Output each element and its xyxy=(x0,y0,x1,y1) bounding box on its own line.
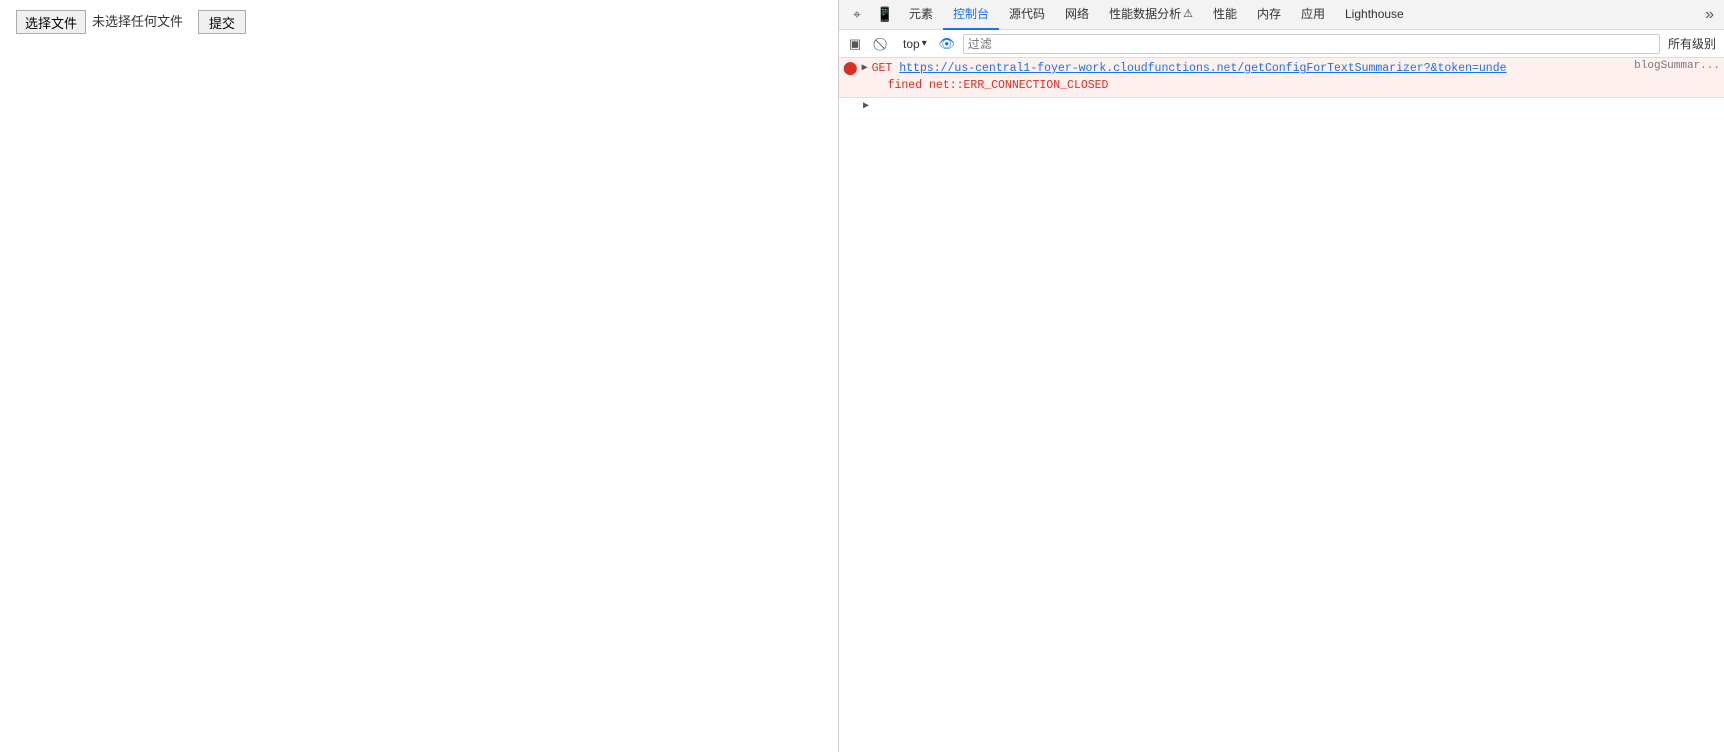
more-tabs-button[interactable]: » xyxy=(1699,6,1720,24)
expand-error-icon[interactable]: ▶ xyxy=(862,62,868,74)
http-method: GET xyxy=(872,62,900,75)
error-circle-icon: ⬤ xyxy=(843,61,858,76)
tab-sources[interactable]: 源代码 xyxy=(999,0,1055,30)
show-sidebar-icon[interactable]: ▣ xyxy=(843,32,867,56)
error-source[interactable]: blogSummar... xyxy=(1634,60,1720,72)
expand-arrow-icon[interactable]: ▶ xyxy=(863,100,869,112)
tab-lighthouse[interactable]: Lighthouse xyxy=(1335,0,1414,30)
devtools-tab-bar: ⌖ 📱 元素 控制台 源代码 网络 性能数据分析 ⚠ 性能 内存 应用 xyxy=(839,0,1724,30)
tab-performance-data[interactable]: 性能数据分析 ⚠ xyxy=(1099,0,1203,30)
error-expand-row[interactable]: ▶ xyxy=(839,98,1724,114)
tab-application[interactable]: 应用 xyxy=(1291,0,1335,30)
devtools-panel: ⌖ 📱 元素 控制台 源代码 网络 性能数据分析 ⚠ 性能 内存 应用 xyxy=(839,0,1724,752)
inspect-element-icon[interactable]: ⌖ xyxy=(843,1,871,29)
file-status-label: 未选择任何文件 xyxy=(92,10,192,34)
chevron-down-icon: ▾ xyxy=(922,38,927,49)
tab-network[interactable]: 网络 xyxy=(1055,0,1099,30)
context-selector[interactable]: top ▾ xyxy=(899,35,931,53)
console-error-entry: ⬤ ▶ GET https://us-central1-foyer-work.c… xyxy=(839,58,1724,98)
error-url[interactable]: https://us-central1-foyer-work.cloudfunc… xyxy=(899,62,1506,75)
console-output: ⬤ ▶ GET https://us-central1-foyer-work.c… xyxy=(839,58,1724,752)
clear-console-icon[interactable]: ⃠ xyxy=(871,32,895,56)
error-text: GET https://us-central1-foyer-work.cloud… xyxy=(872,60,1627,95)
tab-performance[interactable]: 性能 xyxy=(1203,0,1247,30)
error-url-suffix: fined net::ERR_CONNECTION_CLOSED xyxy=(872,79,1109,92)
console-filter-input[interactable] xyxy=(963,34,1660,54)
live-expressions-icon[interactable]: 👁 xyxy=(935,32,959,56)
choose-file-button[interactable]: 选择文件 xyxy=(16,10,86,34)
device-toolbar-icon[interactable]: 📱 xyxy=(871,1,899,29)
log-levels-button[interactable]: 所有级别 xyxy=(1664,33,1720,54)
page-area: 选择文件 未选择任何文件 提交 xyxy=(0,0,838,752)
tab-elements[interactable]: 元素 xyxy=(899,0,943,30)
tab-console[interactable]: 控制台 xyxy=(943,0,999,30)
tab-memory[interactable]: 内存 xyxy=(1247,0,1291,30)
console-toolbar: ▣ ⃠ top ▾ 👁 所有级别 xyxy=(839,30,1724,58)
submit-button[interactable]: 提交 xyxy=(198,10,246,34)
